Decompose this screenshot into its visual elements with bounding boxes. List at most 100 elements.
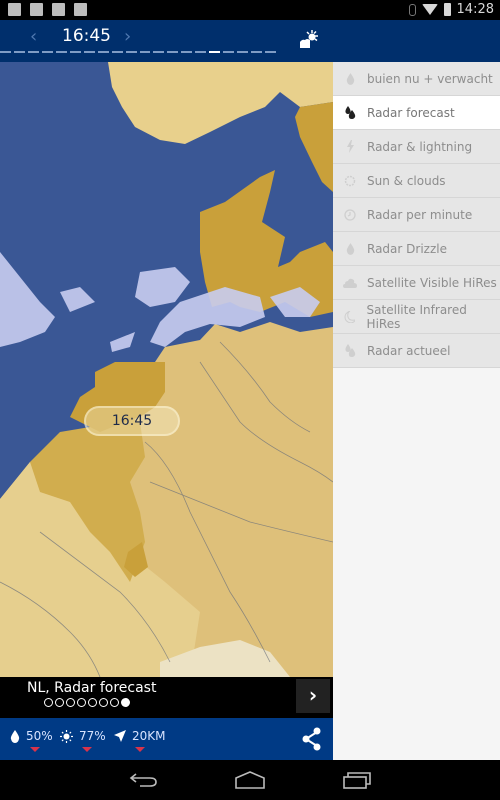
timeline-segment[interactable] [125,51,137,53]
recents-button[interactable] [342,770,374,790]
radius-value: 20KM [132,729,166,743]
battery-icon [443,3,451,16]
marker-icon [82,747,92,752]
sweden-landmass [295,102,333,192]
timeline-segment[interactable] [265,51,277,53]
timeline-segment[interactable] [27,51,39,53]
page-indicator [44,698,130,707]
droplets-icon [343,106,357,120]
timeline-segment[interactable] [153,51,165,53]
menu-item-label: Radar forecast [367,105,455,120]
status-bar: 14:28 [0,0,500,20]
page-dot [88,698,97,707]
sun-outline-icon [343,174,357,188]
next-time-button[interactable]: › [124,26,131,47]
timeline-segment[interactable] [69,51,81,53]
droplet-icon [10,729,20,743]
caption-bar: NL, Radar forecast › [0,677,333,718]
timeline-slider[interactable] [0,51,277,53]
menu-item-radar-forecast[interactable]: Radar forecast [333,96,500,130]
menu-item-label: Satellite Infrared HiRes [366,302,467,331]
sun-chance-value: 77% [79,729,106,743]
home-button[interactable] [234,770,266,790]
share-icon [302,727,321,751]
timeline-segment[interactable] [195,51,207,53]
menu-item-buien[interactable]: buien nu + verwacht [333,62,500,96]
menu-item-label: Radar & lightning [367,139,473,154]
menu-item-label: Radar Drizzle [367,241,447,256]
timeline-segment[interactable] [83,51,95,53]
page-dot [110,698,119,707]
menu-item-label: Radar per minute [367,207,473,222]
sun-icon [60,729,73,743]
page-dot [66,698,75,707]
map-canvas [0,62,333,677]
next-map-button[interactable]: › [296,679,330,713]
menu-item-label: buien nu + verwacht [367,71,493,86]
timeline-segment[interactable] [237,51,249,53]
timeline-segment[interactable] [251,51,263,53]
page-dot [44,698,53,707]
page-dot [121,698,130,707]
system-icons: 14:28 [408,2,494,17]
wifi-icon [421,4,438,15]
play-store-icon [74,3,87,16]
timeline-segment[interactable] [97,51,109,53]
clipboard-check-icon [52,3,65,16]
droplet-icon [343,72,357,86]
status-clock: 14:28 [456,2,494,17]
sun-cloud-icon[interactable] [296,28,322,52]
timeline-segment[interactable] [181,51,193,53]
timeline-segment[interactable] [0,51,11,53]
rain-chance-stat[interactable]: 50% [10,729,53,752]
timeline-segment[interactable] [223,51,235,53]
menu-item-satellite-visible[interactable]: Satellite Visible HiRes [333,266,500,300]
page-dot [77,698,86,707]
radius-stat[interactable]: 20KM [114,729,166,752]
menu-item-satellite-infrared[interactable]: Satellite Infrared HiRes [333,300,500,334]
current-time: 16:45 [62,26,111,46]
back-icon [129,773,157,787]
location-arrow-icon [114,730,126,742]
side-menu: buien nu + verwacht Radar forecast Radar… [333,62,500,760]
rain-chance-value: 50% [26,729,53,743]
timeline-segment[interactable] [41,51,53,53]
menu-item-label: Radar actueel [367,343,451,358]
menu-item-sun-clouds[interactable]: Sun & clouds [333,164,500,198]
page-dot [99,698,108,707]
page-dot [55,698,64,707]
map-title: NL, Radar forecast [27,680,157,696]
header-bar: ‹ 16:45 › [0,20,500,62]
marker-icon [30,747,40,752]
droplets-icon [343,344,357,358]
menu-item-radar-drizzle[interactable]: Radar Drizzle [333,232,500,266]
back-button[interactable] [128,770,160,790]
sun-chance-stat[interactable]: 77% [60,729,106,752]
menu-item-radar-lightning[interactable]: Radar & lightning [333,130,500,164]
menu-item-label: Satellite Visible HiRes [367,275,497,290]
bottom-bar: 50% 77% 20KM [0,718,333,760]
timeline-segment[interactable] [13,51,25,53]
moon-icon [343,310,357,324]
marker-icon [135,747,145,752]
radar-map[interactable]: 16:45 [0,62,333,677]
droplet-icon [343,242,357,256]
timeline-segment[interactable] [139,51,151,53]
recents-icon [343,772,371,789]
timeline-segment[interactable] [167,51,179,53]
notification-icons [8,3,87,16]
menu-item-radar-actueel[interactable]: Radar actueel [333,334,500,368]
timeline-segment[interactable] [55,51,67,53]
bluetooth-icon [408,3,416,16]
timeline-segment[interactable] [111,51,123,53]
cloud-icon [343,276,357,290]
menu-item-radar-per-minute[interactable]: Radar per minute [333,198,500,232]
menu-item-label: Sun & clouds [367,173,446,188]
previous-time-button[interactable]: ‹ [30,26,37,47]
share-button[interactable] [292,718,333,760]
navigation-bar [0,760,500,800]
timeline-segment[interactable] [209,51,221,53]
clock-icon [343,208,357,222]
lightning-icon [343,140,357,154]
app: ‹ 16:45 › 16:45 NL, Radar forecast › 50%… [0,20,500,760]
